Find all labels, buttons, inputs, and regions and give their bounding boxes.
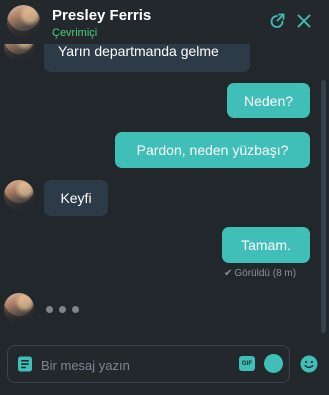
contact-avatar-small bbox=[4, 180, 34, 210]
gif-icon[interactable]: GIF bbox=[239, 356, 255, 371]
chat-header: Presley Ferris Çevrimiçi bbox=[0, 0, 329, 44]
emoji-icon[interactable] bbox=[299, 354, 319, 374]
contact-name[interactable]: Presley Ferris bbox=[52, 7, 151, 24]
scrollbar[interactable] bbox=[321, 80, 326, 333]
message-input[interactable] bbox=[39, 354, 233, 376]
outgoing-message: Pardon, neden yüzbaşı? bbox=[115, 132, 310, 168]
typing-dot bbox=[46, 306, 53, 313]
incoming-message: Yarın departmanda gelme bbox=[44, 44, 250, 72]
send-button[interactable] bbox=[264, 354, 283, 373]
contact-avatar[interactable] bbox=[7, 5, 40, 38]
close-icon[interactable] bbox=[294, 11, 314, 31]
contact-status: Çevrimiçi bbox=[52, 27, 98, 39]
message-composer: GIF bbox=[7, 345, 290, 383]
typing-dot bbox=[59, 306, 66, 313]
typing-indicator bbox=[46, 306, 79, 313]
outgoing-message: Tamam. bbox=[222, 227, 310, 263]
contact-avatar-small bbox=[4, 293, 34, 323]
chat-window: Presley Ferris Çevrimiçi Yarın departman… bbox=[0, 0, 329, 395]
gif-label: GIF bbox=[241, 360, 253, 367]
document-icon[interactable] bbox=[16, 355, 34, 373]
incoming-message: Keyfi bbox=[44, 180, 108, 216]
read-receipt: ✔ Görüldü (8 m) bbox=[224, 268, 296, 279]
read-receipt-text: Görüldü (8 m) bbox=[234, 268, 297, 279]
typing-dot bbox=[72, 306, 79, 313]
message-list[interactable]: Yarın departmanda gelme Neden? Pardon, n… bbox=[0, 44, 329, 337]
contact-avatar-small bbox=[4, 44, 34, 61]
check-icon: ✔ bbox=[224, 268, 233, 279]
outgoing-message: Neden? bbox=[227, 83, 310, 118]
external-link-icon[interactable] bbox=[267, 11, 287, 31]
